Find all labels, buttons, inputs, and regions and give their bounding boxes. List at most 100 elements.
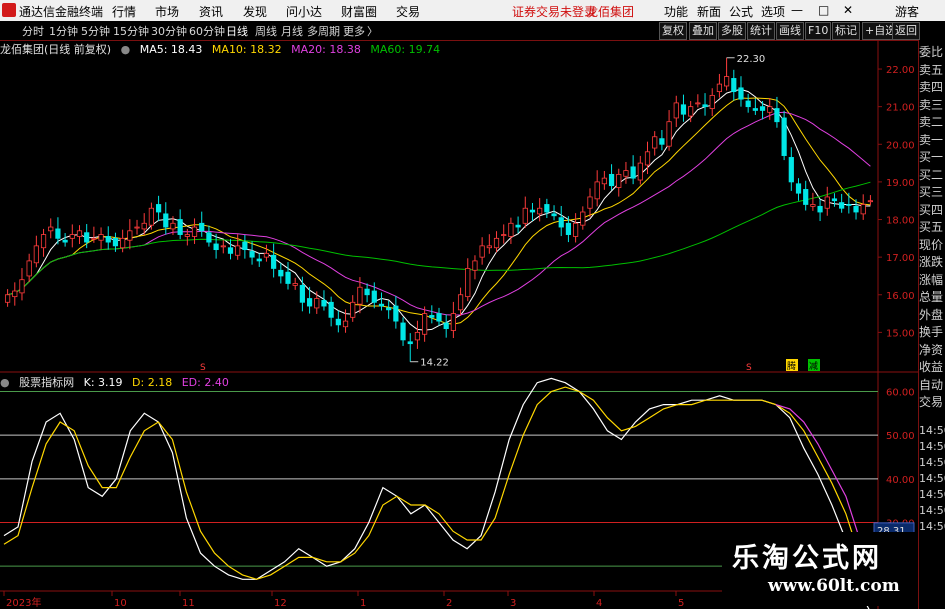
- candle-body: [141, 222, 147, 230]
- minimize-button[interactable]: —: [791, 3, 803, 17]
- candle-body: [278, 269, 284, 277]
- menu-news[interactable]: 资讯: [199, 3, 223, 20]
- menu-formula[interactable]: 公式: [729, 3, 753, 20]
- candle-body: [378, 303, 385, 307]
- date-tick-label: 5: [678, 598, 684, 609]
- candle-body: [846, 204, 852, 206]
- f10-button[interactable]: F10: [805, 22, 832, 40]
- menu-options[interactable]: 选项: [761, 3, 785, 20]
- candle-body: [774, 108, 780, 123]
- fuquan-button[interactable]: 复权: [659, 22, 687, 40]
- period-tab[interactable]: 60分钟: [189, 23, 225, 39]
- candle-body: [508, 222, 514, 237]
- period-tab[interactable]: 30分钟: [151, 23, 187, 39]
- period-tab-more[interactable]: 更多: [343, 23, 365, 39]
- price-tick-label: 15.00: [886, 328, 915, 339]
- period-tab[interactable]: 周线: [255, 23, 277, 39]
- candle-body: [738, 87, 744, 100]
- indicator-settings-icon[interactable]: ●: [0, 376, 10, 389]
- close-button[interactable]: ✕: [843, 3, 853, 17]
- candle-body: [486, 245, 492, 249]
- login-status[interactable]: 证券交易未登录: [512, 3, 596, 20]
- candle-body: [292, 283, 298, 286]
- stats-button[interactable]: 统计: [747, 22, 775, 40]
- candle-body: [810, 204, 816, 207]
- watermark-url: www.60lt.com: [768, 576, 900, 596]
- candle-body: [235, 245, 241, 256]
- guest-label[interactable]: 游客: [895, 3, 919, 20]
- candle-body: [680, 104, 687, 115]
- candle-body: [709, 94, 715, 109]
- candle-body: [472, 260, 478, 271]
- candle-body: [803, 189, 809, 205]
- candle-body: [170, 222, 176, 230]
- quote-field-label[interactable]: 自动: [919, 377, 945, 394]
- candle-body: [314, 298, 320, 309]
- mark-button[interactable]: 标记: [832, 22, 860, 40]
- candle-body: [537, 207, 543, 215]
- kline-chart[interactable]: 22.00 21.00 20.00 19.00 18.00 17.00 16.00 15.00…: [0, 40, 918, 609]
- candle-body: [443, 322, 449, 330]
- indicator-title[interactable]: 股票指标网: [19, 376, 74, 389]
- candle-body: [623, 170, 629, 177]
- candle-body: [688, 106, 694, 117]
- period-tab[interactable]: 1分钟: [49, 23, 78, 39]
- multi-stock-button[interactable]: 多股: [718, 22, 746, 40]
- candle-body: [386, 307, 392, 311]
- menu-markets[interactable]: 市场: [155, 3, 179, 20]
- quote-field-label[interactable]: 交易: [919, 394, 945, 411]
- candle-body: [69, 234, 75, 239]
- candle-body: [414, 331, 421, 341]
- candle-body: [84, 232, 90, 243]
- menu-ask[interactable]: 问小达: [286, 3, 322, 20]
- candle-body: [767, 106, 773, 113]
- menu-trade[interactable]: 交易: [396, 3, 420, 20]
- menu-new-page[interactable]: 新面: [697, 3, 721, 20]
- quote-field-label: 收益: [919, 360, 944, 374]
- ed-value: ED: 2.40: [181, 376, 229, 389]
- quote-field-label: 卖五: [919, 62, 944, 77]
- quote-field-label: 外盘: [919, 307, 944, 322]
- candle-body: [429, 315, 435, 318]
- menu-wealth[interactable]: 财富圈: [341, 3, 377, 20]
- candle-body: [839, 202, 845, 209]
- menu-discover[interactable]: 发现: [243, 3, 267, 20]
- candle-body: [788, 157, 794, 183]
- overlay-button[interactable]: 叠加: [689, 22, 717, 40]
- quote-field-label: 卖一: [919, 132, 944, 147]
- d-value: D: 2.18: [132, 376, 173, 389]
- candle-body: [673, 102, 679, 119]
- quote-field-label: 卖三: [919, 97, 944, 112]
- draw-line-button[interactable]: 画线: [776, 22, 804, 40]
- candle-body: [601, 177, 607, 185]
- date-tick-label: 1: [360, 598, 366, 609]
- candle-body: [529, 209, 536, 213]
- candle-body: [422, 313, 428, 335]
- period-tab[interactable]: 多周期: [307, 23, 340, 39]
- quote-field-label: 买一: [919, 150, 944, 164]
- maximize-button[interactable]: □: [818, 3, 829, 17]
- ma60-line: [7, 181, 871, 296]
- period-tab[interactable]: 5分钟: [81, 23, 110, 39]
- candle-body: [40, 234, 47, 249]
- menu-market[interactable]: 行情: [112, 3, 136, 20]
- candle-body: [213, 243, 219, 251]
- quote-field-label: 总量: [919, 290, 944, 304]
- settings-dot-icon[interactable]: ●: [121, 43, 131, 56]
- period-tab[interactable]: 月线: [281, 23, 303, 39]
- back-button[interactable]: 返回: [892, 22, 920, 40]
- candle-body: [731, 78, 737, 93]
- period-tab-active[interactable]: 日线: [226, 23, 248, 39]
- menu-function[interactable]: 功能: [664, 3, 688, 20]
- ma60-value: MA60: 19.74: [370, 43, 441, 56]
- candle-body: [515, 224, 521, 228]
- candle-body: [558, 217, 564, 228]
- period-tab[interactable]: 15分钟: [113, 23, 149, 39]
- stock-name-tab[interactable]: 龙佰集团: [586, 3, 634, 20]
- period-tab[interactable]: 分时: [22, 23, 44, 39]
- more-arrow-icon[interactable]: 〉: [367, 23, 378, 39]
- signal-mark: 减: [809, 360, 818, 372]
- date-tick-label: 3: [510, 598, 516, 609]
- ma20-value: MA20: 18.38: [291, 43, 361, 56]
- candle-body: [33, 245, 39, 264]
